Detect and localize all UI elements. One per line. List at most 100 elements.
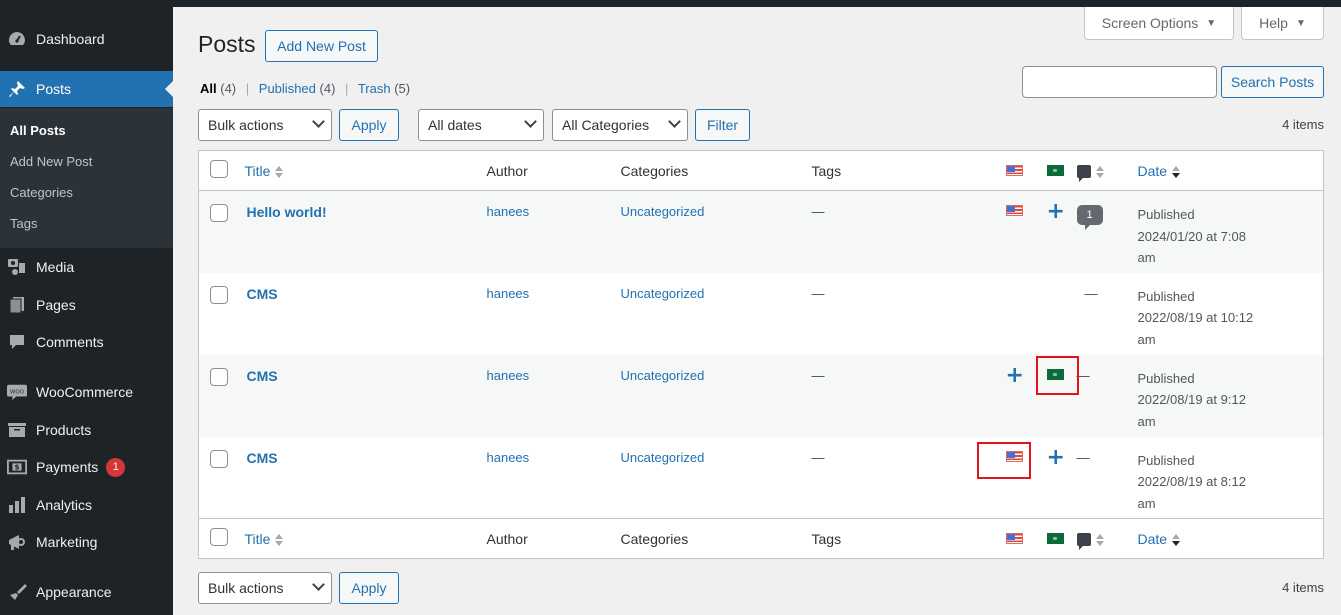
bar-chart-icon xyxy=(7,495,27,515)
sidebar-item-payments[interactable]: $ Payments 1 xyxy=(0,449,173,485)
column-tags-footer: Tags xyxy=(811,530,842,547)
category-link[interactable]: Uncategorized xyxy=(621,450,705,465)
sort-icon xyxy=(275,165,284,178)
comments-value: — xyxy=(1076,449,1090,465)
add-translation-plus-icon[interactable]: + xyxy=(1006,363,1024,388)
post-status: Published xyxy=(1137,288,1195,304)
post-title-link[interactable]: CMS xyxy=(247,450,278,466)
post-date-ampm: am xyxy=(1137,413,1156,429)
sidebar-item-posts[interactable]: Posts xyxy=(0,71,173,107)
select-all-checkbox-footer[interactable] xyxy=(210,528,228,546)
posts-submenu: All Posts Add New Post Categories Tags xyxy=(0,108,173,248)
sidebar-item-pages[interactable]: Pages xyxy=(0,287,173,323)
post-status: Published xyxy=(1137,207,1195,222)
author-link[interactable]: hanees xyxy=(487,204,530,219)
comments-value: — xyxy=(1076,367,1090,383)
post-status: Published xyxy=(1137,370,1195,386)
sidebar-label: Comments xyxy=(36,334,104,350)
sidebar-label: Pages xyxy=(36,297,76,313)
author-link[interactable]: hanees xyxy=(487,368,530,383)
comment-bubble-icon[interactable] xyxy=(1076,165,1091,183)
tags-value: — xyxy=(811,204,825,219)
apply-button[interactable]: Apply xyxy=(339,109,399,141)
media-icon xyxy=(7,257,27,277)
comment-bubble-icon[interactable] xyxy=(1076,533,1091,551)
row-checkbox[interactable] xyxy=(210,449,228,468)
column-date-sort[interactable]: Date xyxy=(1138,163,1168,179)
sidebar-item-products[interactable]: Products xyxy=(0,412,173,448)
sidebar-item-comments[interactable]: Comments xyxy=(0,324,173,360)
add-new-post-button[interactable]: Add New Post xyxy=(265,30,378,62)
post-date: 2024/01/20 at 7:08 xyxy=(1137,228,1246,244)
add-translation-plus-icon[interactable]: + xyxy=(1047,445,1065,470)
edit-translation-saudi-flag-icon[interactable] xyxy=(1046,368,1064,380)
view-all-link[interactable]: All xyxy=(200,81,217,96)
bulk-actions-select[interactable]: Bulk actions xyxy=(198,109,332,141)
dates-value: All dates xyxy=(428,117,482,133)
help-button[interactable]: Help ▼ xyxy=(1241,7,1324,40)
add-translation-plus-icon[interactable]: + xyxy=(1047,199,1065,224)
search-posts-input[interactable] xyxy=(1022,66,1217,98)
sidebar-item-woocommerce[interactable]: WOO WooCommerce xyxy=(0,374,173,410)
view-published-count: (4) xyxy=(319,81,336,96)
post-title-link[interactable]: CMS xyxy=(247,286,278,302)
sidebar-item-appearance[interactable]: Appearance xyxy=(0,574,173,610)
post-status: Published xyxy=(1137,452,1195,468)
sidebar-item-analytics[interactable]: Analytics xyxy=(0,487,173,523)
submenu-all-posts[interactable]: All Posts xyxy=(10,123,66,138)
table-row: Hello world! hanees Uncategorized — + 1 … xyxy=(198,190,1324,273)
post-title-link[interactable]: CMS xyxy=(247,368,278,384)
edit-translation-us-flag-icon[interactable] xyxy=(1005,450,1023,462)
view-trash-link[interactable]: Trash xyxy=(358,81,391,96)
sidebar-item-marketing[interactable]: Marketing xyxy=(0,524,173,560)
submenu-add-new-post[interactable]: Add New Post xyxy=(10,154,92,169)
author-link[interactable]: hanees xyxy=(487,286,530,301)
sidebar-label: Media xyxy=(36,259,75,275)
column-author-footer: Author xyxy=(486,530,528,547)
bulk-actions-value: Bulk actions xyxy=(208,580,284,596)
bulk-actions-select-bottom[interactable]: Bulk actions xyxy=(198,572,332,604)
apply-button-bottom[interactable]: Apply xyxy=(339,572,399,604)
select-all-checkbox[interactable] xyxy=(210,160,228,178)
posts-table: Title Author Categories Tags Date Hello … xyxy=(198,150,1324,559)
row-checkbox[interactable] xyxy=(210,367,228,386)
post-date: 2022/08/19 at 9:12 xyxy=(1137,392,1246,407)
submenu-categories[interactable]: Categories xyxy=(10,185,73,200)
sidebar-label: Appearance xyxy=(36,584,112,600)
categories-filter-select[interactable]: All Categories xyxy=(552,109,688,141)
author-link[interactable]: hanees xyxy=(487,450,530,465)
screen-options-button[interactable]: Screen Options ▼ xyxy=(1084,7,1234,40)
table-row: CMS hanees Uncategorized — + — Published… xyxy=(198,354,1324,437)
row-checkbox[interactable] xyxy=(210,285,228,304)
sidebar-item-dashboard[interactable]: Dashboard xyxy=(0,21,173,57)
category-link[interactable]: Uncategorized xyxy=(621,368,705,383)
bulk-actions-value: Bulk actions xyxy=(208,117,284,133)
dashboard-icon xyxy=(7,29,27,49)
submenu-tags[interactable]: Tags xyxy=(10,216,37,231)
column-tags: Tags xyxy=(811,162,842,179)
table-row: CMS hanees Uncategorized — — Published 20… xyxy=(199,273,1324,355)
edit-translation-us-flag-icon[interactable] xyxy=(1005,205,1023,216)
column-title-sort-footer[interactable]: Title xyxy=(245,531,271,547)
search-posts-button[interactable]: Search Posts xyxy=(1221,66,1324,98)
sidebar-label: Products xyxy=(36,422,92,438)
view-published-link[interactable]: Published xyxy=(259,81,316,96)
post-title-link[interactable]: Hello world! xyxy=(247,204,327,220)
category-link[interactable]: Uncategorized xyxy=(621,204,705,219)
chevron-down-icon xyxy=(312,578,325,591)
saudi-flag-icon xyxy=(1046,164,1064,176)
column-title-sort[interactable]: Title xyxy=(245,163,271,179)
sidebar-label: Posts xyxy=(36,81,72,97)
sort-icon xyxy=(1095,533,1104,546)
row-checkbox[interactable] xyxy=(210,204,228,222)
comments-value: — xyxy=(1084,285,1098,301)
column-categories: Categories xyxy=(620,162,689,179)
sidebar-label: WooCommerce xyxy=(36,384,133,400)
column-date-sort-footer[interactable]: Date xyxy=(1138,531,1168,547)
category-link[interactable]: Uncategorized xyxy=(621,286,705,301)
sidebar-item-media[interactable]: Media xyxy=(0,249,173,285)
dates-filter-select[interactable]: All dates xyxy=(418,109,544,141)
filter-button[interactable]: Filter xyxy=(695,109,750,141)
comment-count-badge[interactable]: 1 xyxy=(1076,205,1103,230)
table-header-row: Title Author Categories Tags Date xyxy=(198,151,1324,191)
